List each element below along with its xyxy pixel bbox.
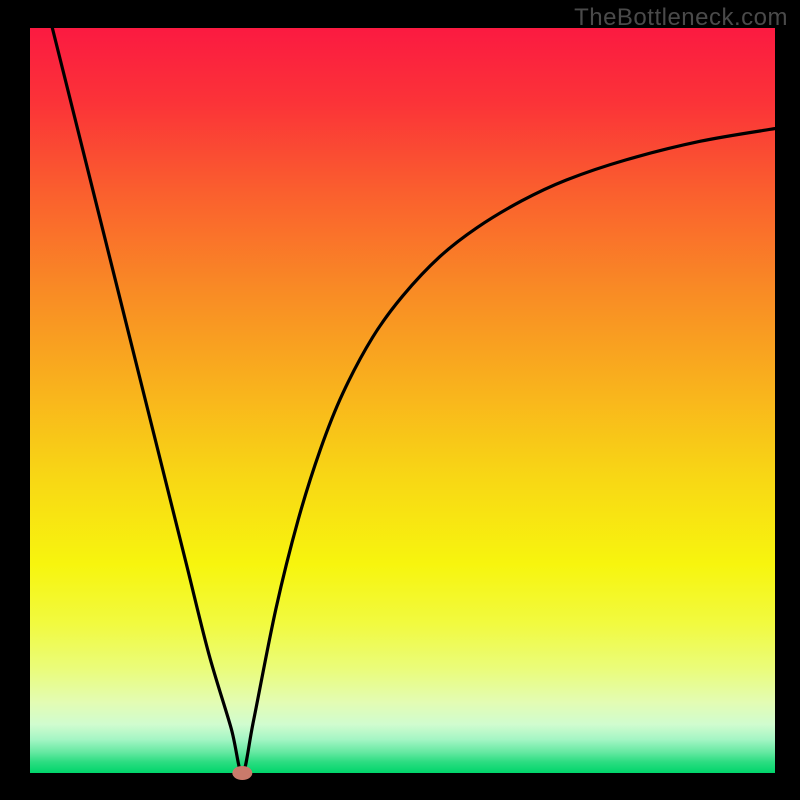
plot-background [30, 28, 775, 773]
chart-frame: TheBottleneck.com [0, 0, 800, 800]
minimum-marker [232, 766, 252, 780]
watermark-text: TheBottleneck.com [574, 4, 788, 32]
bottleneck-chart [0, 0, 800, 800]
